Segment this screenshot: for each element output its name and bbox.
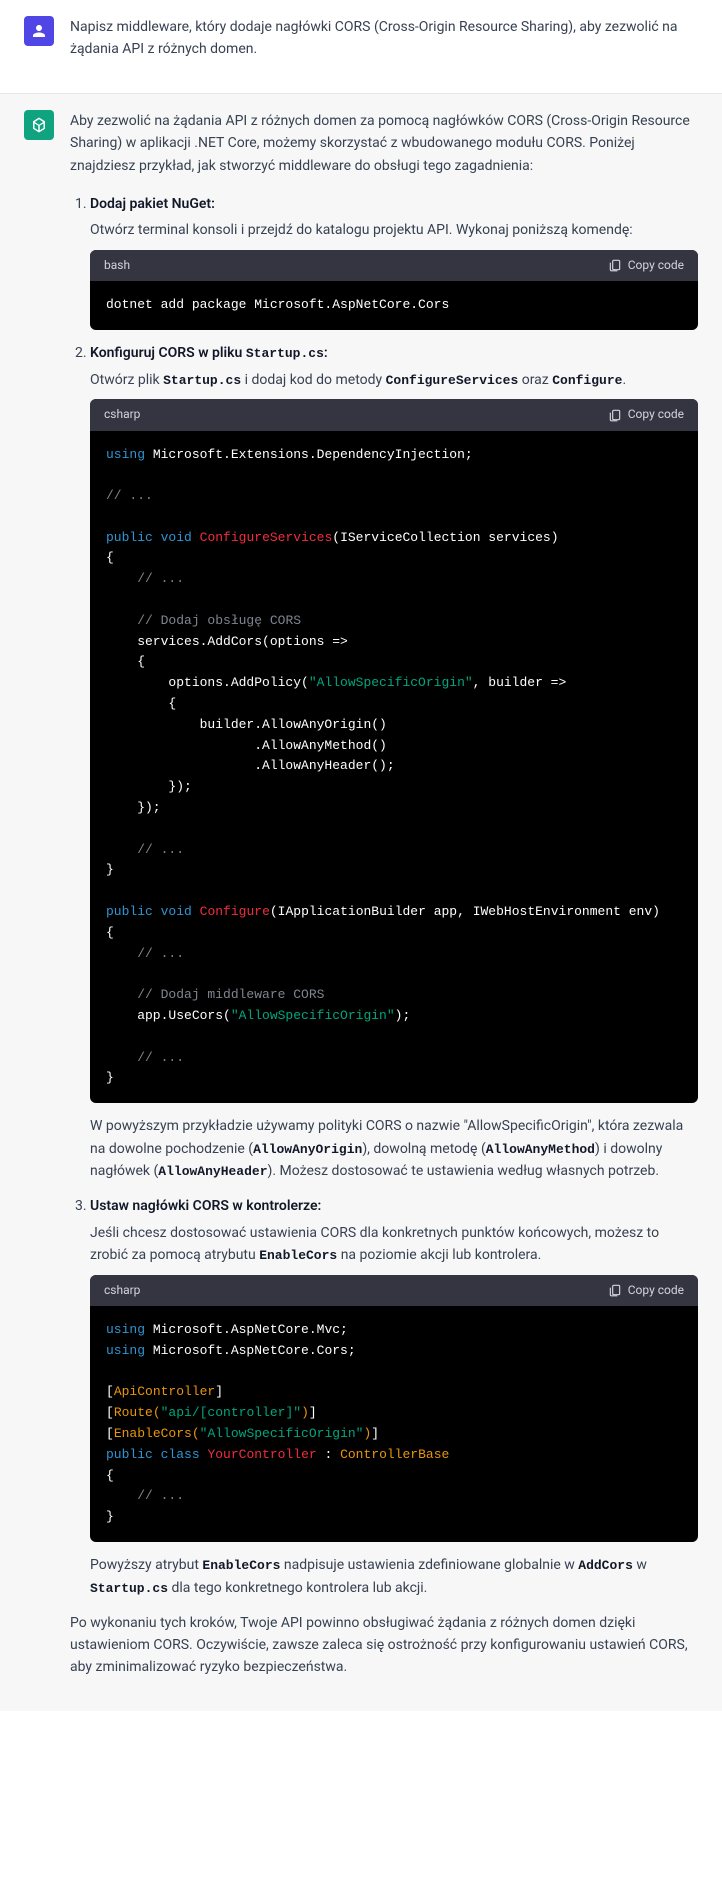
copy-label: Copy code xyxy=(628,1281,684,1300)
clipboard-icon xyxy=(608,1283,622,1297)
step3-after: Powyższy atrybut EnableCors nadpisuje us… xyxy=(90,1554,698,1600)
step3-desc: Jeśli chcesz dostosować ustawienia CORS … xyxy=(90,1222,698,1267)
step2-title: Konfiguruj CORS w pliku Startup.cs: xyxy=(90,345,328,361)
user-text: Napisz middleware, który dodaje nagłówki… xyxy=(70,16,698,77)
step-3: Ustaw nagłówki CORS w kontrolerze: Jeśli… xyxy=(90,1195,698,1599)
outro-paragraph: Po wykonaniu tych kroków, Twoje API powi… xyxy=(70,1612,698,1679)
code-lang: bash xyxy=(104,256,130,275)
user-prompt: Napisz middleware, który dodaje nagłówki… xyxy=(70,16,698,61)
copy-button[interactable]: Copy code xyxy=(608,405,684,424)
code-lang: csharp xyxy=(104,405,140,424)
clipboard-icon xyxy=(608,408,622,422)
clipboard-icon xyxy=(608,258,622,272)
step-1: Dodaj pakiet NuGet: Otwórz terminal kons… xyxy=(90,193,698,330)
code-header: csharp Copy code xyxy=(90,399,698,430)
code-body[interactable]: using Microsoft.Extensions.DependencyInj… xyxy=(90,431,698,1104)
assistant-avatar xyxy=(24,110,54,140)
code-block-bash: bash Copy code dotnet add package Micros… xyxy=(90,250,698,330)
step1-title: Dodaj pakiet NuGet: xyxy=(90,196,215,212)
step1-desc: Otwórz terminal konsoli i przejdź do kat… xyxy=(90,219,698,241)
user-message: Napisz middleware, który dodaje nagłówki… xyxy=(0,0,722,94)
step2-after: W powyższym przykładzie używamy polityki… xyxy=(90,1115,698,1183)
code-block-csharp-2: csharp Copy code using Microsoft.AspNetC… xyxy=(90,1275,698,1542)
logo-icon xyxy=(30,116,48,134)
copy-button[interactable]: Copy code xyxy=(608,1281,684,1300)
user-avatar xyxy=(24,16,54,46)
step2-desc: Otwórz plik Startup.cs i dodaj kod do me… xyxy=(90,369,698,392)
steps-list: Dodaj pakiet NuGet: Otwórz terminal kons… xyxy=(70,193,698,1600)
code-block-csharp-1: csharp Copy code using Microsoft.Extensi… xyxy=(90,399,698,1103)
step3-title: Ustaw nagłówki CORS w kontrolerze: xyxy=(90,1198,321,1214)
code-lang: csharp xyxy=(104,1281,140,1300)
code-header: bash Copy code xyxy=(90,250,698,281)
person-icon xyxy=(30,22,48,40)
step-2: Konfiguruj CORS w pliku Startup.cs: Otwó… xyxy=(90,342,698,1183)
code-body[interactable]: dotnet add package Microsoft.AspNetCore.… xyxy=(90,281,698,330)
copy-label: Copy code xyxy=(628,256,684,275)
copy-label: Copy code xyxy=(628,405,684,424)
assistant-message: Aby zezwolić na żądania API z różnych do… xyxy=(0,94,722,1711)
copy-button[interactable]: Copy code xyxy=(608,256,684,275)
assistant-text: Aby zezwolić na żądania API z różnych do… xyxy=(70,110,698,1695)
code-body[interactable]: using Microsoft.AspNetCore.Mvc; using Mi… xyxy=(90,1306,698,1542)
code-header: csharp Copy code xyxy=(90,1275,698,1306)
intro-paragraph: Aby zezwolić na żądania API z różnych do… xyxy=(70,110,698,177)
